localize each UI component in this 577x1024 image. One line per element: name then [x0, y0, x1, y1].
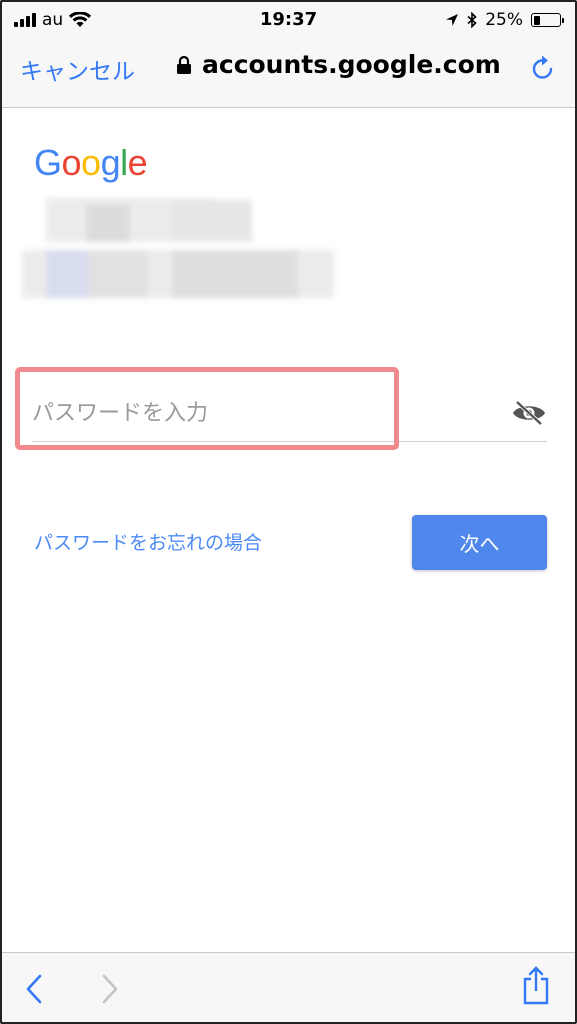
battery-level [533, 15, 540, 25]
cancel-button[interactable]: キャンセル [20, 52, 135, 86]
browser-navbar: キャンセル accounts.google.com [2, 38, 575, 108]
status-bar: au 19:37 25% [2, 2, 575, 38]
logo-letter: o [61, 142, 82, 183]
browser-toolbar [2, 952, 575, 1022]
status-right: 25% [445, 10, 564, 30]
forgot-password-link[interactable]: パスワードをお忘れの場合 [34, 528, 262, 555]
google-logo: Google [34, 142, 148, 184]
forward-icon[interactable] [100, 973, 120, 1005]
reload-icon[interactable] [531, 54, 555, 80]
share-icon[interactable] [521, 965, 551, 1005]
url-display: accounts.google.com [176, 50, 501, 79]
logo-letter: e [127, 142, 148, 183]
next-button[interactable]: 次へ [412, 515, 547, 570]
battery-icon [531, 13, 564, 27]
battery-percent: 25% [485, 10, 523, 30]
logo-letter: g [100, 142, 121, 183]
lock-icon [177, 55, 191, 74]
url-text: accounts.google.com [202, 50, 501, 79]
eye-off-icon[interactable] [511, 400, 547, 426]
location-icon [446, 14, 459, 26]
logo-letter: G [34, 142, 62, 183]
phone-screen: au 19:37 25% キャンセル accounts.google.com G… [0, 0, 577, 1024]
bluetooth-icon [467, 12, 477, 28]
blurred-account-info [22, 198, 334, 302]
logo-letter: o [81, 142, 101, 183]
back-icon[interactable] [24, 973, 44, 1005]
logo-letter: l [120, 142, 128, 183]
highlight-box [15, 367, 399, 450]
